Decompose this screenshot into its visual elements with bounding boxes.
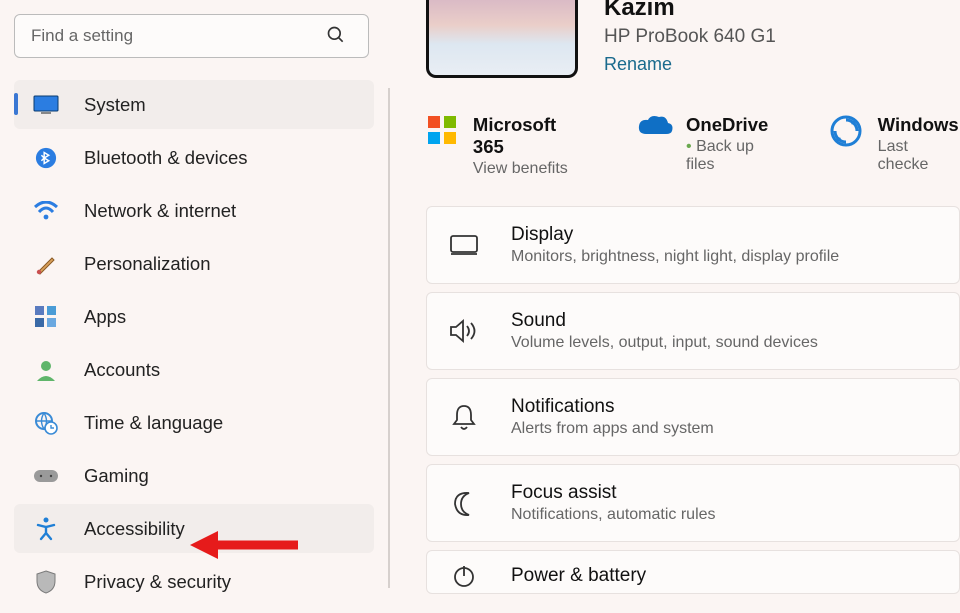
service-sub: Back up files (686, 138, 775, 174)
apps-icon (32, 303, 60, 331)
profile-name: Kazim (604, 0, 776, 22)
profile-device: HP ProBook 640 G1 (604, 26, 776, 48)
nav-item-personalization[interactable]: Personalization (14, 239, 374, 288)
nav-item-accounts[interactable]: Accounts (14, 345, 374, 394)
nav-label: Network & internet (84, 200, 236, 222)
card-sub: Monitors, brightness, night light, displ… (511, 248, 839, 266)
nav-label: System (84, 94, 146, 116)
card-title: Display (511, 224, 839, 246)
accessibility-icon (32, 515, 60, 543)
nav-item-time-language[interactable]: Time & language (14, 398, 374, 447)
service-ms365[interactable]: Microsoft 365 View benefits (426, 114, 582, 178)
service-title: OneDrive (686, 114, 775, 136)
monitor-icon (32, 91, 60, 119)
main-content: Kazim HP ProBook 640 G1 Rename Microsoft… (388, 0, 960, 613)
card-title: Notifications (511, 396, 714, 418)
card-focus-assist[interactable]: Focus assist Notifications, automatic ru… (426, 464, 960, 542)
update-icon (829, 114, 864, 150)
person-icon (32, 356, 60, 384)
brush-icon (32, 250, 60, 278)
service-title: Microsoft 365 (473, 114, 582, 158)
profile-header: Kazim HP ProBook 640 G1 Rename (426, 0, 960, 78)
onedrive-icon (636, 114, 672, 150)
nav-label: Privacy & security (84, 571, 231, 593)
card-title: Sound (511, 310, 818, 332)
card-sub: Alerts from apps and system (511, 420, 714, 438)
wifi-icon (32, 197, 60, 225)
power-icon (447, 559, 481, 593)
settings-cards: Display Monitors, brightness, night ligh… (426, 206, 960, 594)
nav-label: Gaming (84, 465, 149, 487)
sound-icon (447, 314, 481, 348)
nav-label: Apps (84, 306, 126, 328)
service-sub: View benefits (473, 160, 582, 178)
gamepad-icon (32, 462, 60, 490)
rename-link[interactable]: Rename (604, 54, 776, 75)
nav-list: System Bluetooth & devices Network & int… (14, 80, 374, 606)
sidebar: System Bluetooth & devices Network & int… (0, 0, 388, 613)
card-power[interactable]: Power & battery (426, 550, 960, 594)
nav-label: Accounts (84, 359, 160, 381)
bell-icon (447, 400, 481, 434)
search-icon (326, 25, 346, 50)
card-title: Power & battery (511, 565, 646, 587)
display-icon (447, 228, 481, 262)
moon-icon (447, 486, 481, 520)
ms365-icon (426, 114, 459, 150)
nav-label: Accessibility (84, 518, 185, 540)
shield-icon (32, 568, 60, 596)
search-wrap (14, 14, 374, 58)
services-row: Microsoft 365 View benefits OneDrive Bac… (426, 114, 960, 178)
service-sub: Last checke (878, 138, 960, 174)
card-sound[interactable]: Sound Volume levels, output, input, soun… (426, 292, 960, 370)
search-input[interactable] (14, 14, 369, 58)
service-onedrive[interactable]: OneDrive Back up files (636, 114, 775, 178)
service-title: Windows (878, 114, 960, 136)
globe-clock-icon (32, 409, 60, 437)
nav-label: Personalization (84, 253, 211, 275)
nav-item-accessibility[interactable]: Accessibility (14, 504, 374, 553)
nav-label: Bluetooth & devices (84, 147, 248, 169)
nav-item-bluetooth[interactable]: Bluetooth & devices (14, 133, 374, 182)
nav-item-system[interactable]: System (14, 80, 374, 129)
card-sub: Volume levels, output, input, sound devi… (511, 334, 818, 352)
avatar (426, 0, 578, 78)
nav-item-apps[interactable]: Apps (14, 292, 374, 341)
card-display[interactable]: Display Monitors, brightness, night ligh… (426, 206, 960, 284)
card-notifications[interactable]: Notifications Alerts from apps and syste… (426, 378, 960, 456)
bluetooth-icon (32, 144, 60, 172)
card-sub: Notifications, automatic rules (511, 506, 716, 524)
nav-item-gaming[interactable]: Gaming (14, 451, 374, 500)
service-windows-update[interactable]: Windows Last checke (829, 114, 960, 178)
card-title: Focus assist (511, 482, 716, 504)
nav-item-network[interactable]: Network & internet (14, 186, 374, 235)
nav-item-privacy[interactable]: Privacy & security (14, 557, 374, 606)
nav-label: Time & language (84, 412, 223, 434)
